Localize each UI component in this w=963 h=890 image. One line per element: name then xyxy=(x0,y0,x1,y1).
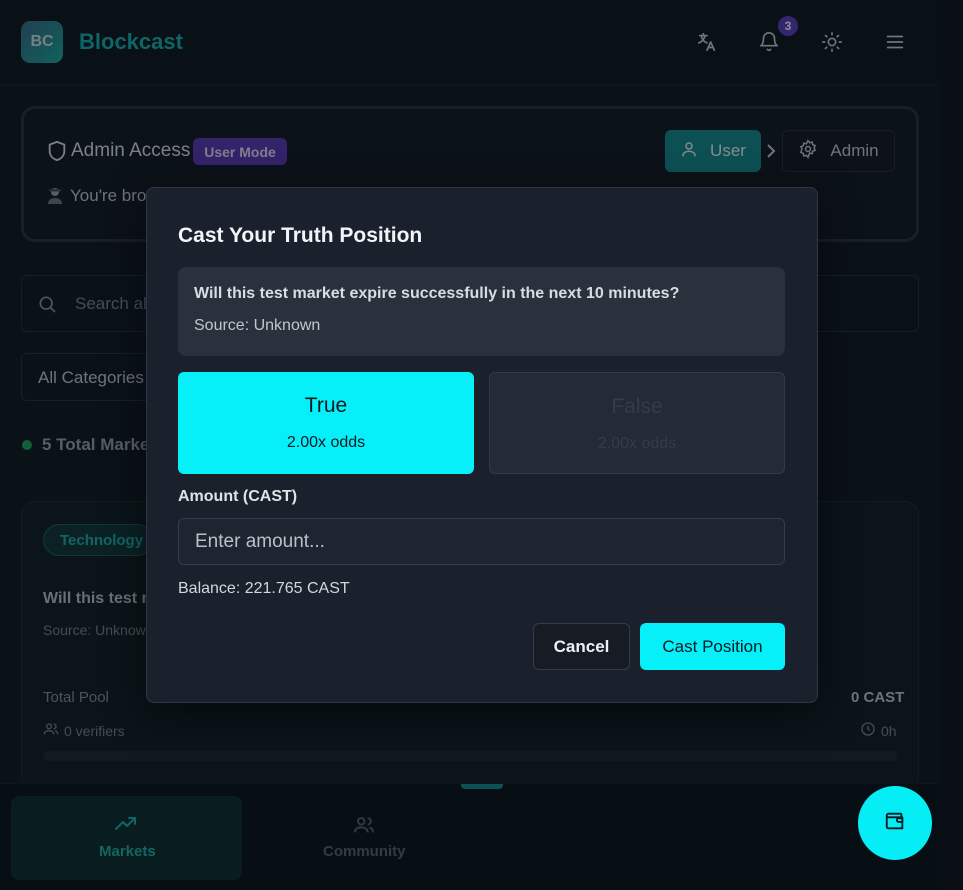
question-panel xyxy=(178,267,785,356)
dialog-question: Will this test market expire successfull… xyxy=(194,285,680,302)
balance-text: Balance: 221.765 CAST xyxy=(178,580,350,597)
amount-input[interactable] xyxy=(178,518,785,565)
option-false-odds: 2.00x odds xyxy=(597,435,677,452)
dialog-title: Cast Your Truth Position xyxy=(178,224,423,247)
option-false-button[interactable]: False 2.00x odds xyxy=(489,372,785,474)
dialog-source: Source: Unknown xyxy=(194,317,321,334)
cancel-button[interactable]: Cancel xyxy=(533,623,630,670)
option-true-label: True xyxy=(304,394,348,417)
option-true-button[interactable]: True 2.00x odds xyxy=(178,372,474,474)
wallet-button[interactable] xyxy=(858,786,932,860)
wallet-icon xyxy=(884,810,906,837)
amount-label: Amount (CAST) xyxy=(178,488,298,505)
option-false-label: False xyxy=(611,395,663,418)
cast-position-button[interactable]: Cast Position xyxy=(640,623,785,670)
option-true-odds: 2.00x odds xyxy=(286,434,366,451)
